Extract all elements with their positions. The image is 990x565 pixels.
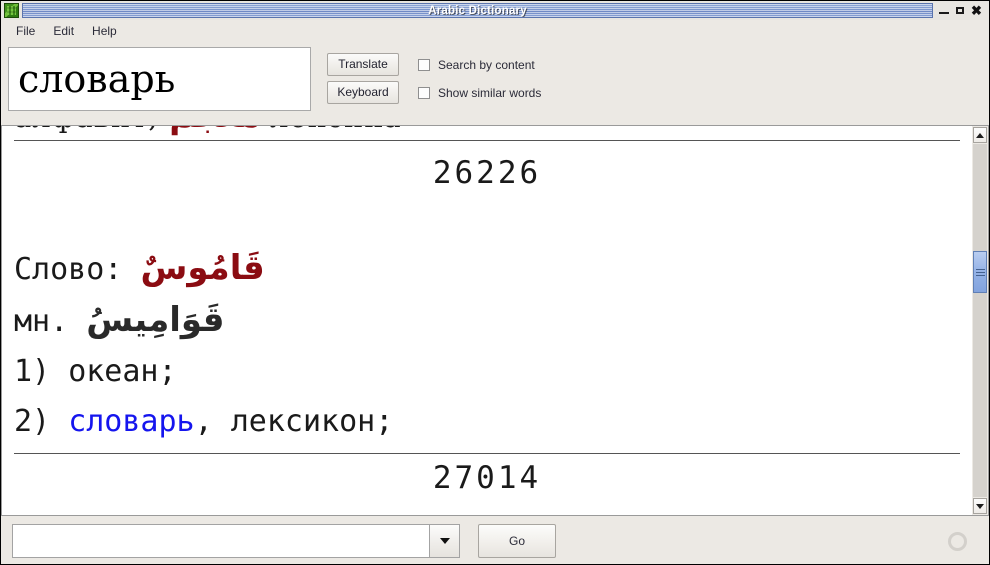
- word-arabic: قَامُوسٌ: [140, 248, 265, 288]
- toolbar: словарь Translate Search by content Keyb…: [1, 42, 989, 125]
- clipped-russian-end: лексика: [270, 126, 402, 134]
- go-button[interactable]: Go: [478, 524, 556, 558]
- search-input[interactable]: [12, 524, 429, 558]
- toolbar-row-translate: Translate Search by content: [327, 53, 541, 76]
- clipped-arabic-word: مُعْجَمٌ: [169, 126, 260, 136]
- sense-text-2: , лексикон;: [194, 404, 394, 439]
- title-bar: Arabic Dictionary ✖: [1, 1, 989, 20]
- checkbox-box-show-similar-words[interactable]: [418, 86, 430, 99]
- sense-text-1: океан;: [68, 354, 177, 389]
- clipped-russian-start: алфавит;: [14, 126, 159, 134]
- chevron-down-icon: [976, 503, 984, 509]
- scrollbar-grip-icon: [975, 268, 985, 276]
- scrollbar-thumb[interactable]: [973, 251, 987, 293]
- dictionary-document: алфавит; مُعْجَمٌ лексика 26226 Слово: ق…: [2, 126, 972, 496]
- word-line: Слово: قَامُوسٌ: [14, 243, 960, 295]
- vertical-scrollbar[interactable]: [972, 125, 989, 516]
- close-icon[interactable]: ✖: [971, 4, 982, 17]
- menu-item-file[interactable]: File: [7, 22, 44, 40]
- content-area: алфавит; مُعْجَمٌ лексика 26226 Слово: ق…: [1, 125, 989, 516]
- menu-bar: File Edit Help: [1, 20, 989, 42]
- title-bar-gradient[interactable]: Arabic Dictionary: [22, 3, 933, 18]
- current-word-display[interactable]: словарь: [8, 47, 311, 111]
- maximize-button[interactable]: [955, 5, 966, 16]
- bottom-bar: Go: [1, 516, 989, 564]
- toolbar-controls: Translate Search by content Keyboard Sho…: [327, 47, 541, 104]
- scrollbar-track[interactable]: [973, 144, 987, 497]
- menu-item-edit[interactable]: Edit: [44, 22, 83, 40]
- sense-number-2: 2): [14, 404, 51, 439]
- window-controls: ✖: [933, 4, 987, 17]
- chevron-up-icon: [976, 132, 984, 138]
- entry-number: 26226: [432, 155, 542, 191]
- minimize-button[interactable]: [939, 5, 950, 16]
- chevron-down-icon: [439, 538, 450, 544]
- sense-link-2[interactable]: словарь: [68, 404, 194, 439]
- scroll-down-arrow-icon[interactable]: [973, 498, 987, 514]
- entry-spacer: [14, 191, 960, 243]
- loading-spinner-icon: [948, 532, 967, 551]
- word-label: Слово:: [14, 252, 123, 287]
- checkbox-label-show-similar-words: Show similar words: [438, 85, 542, 100]
- scroll-up-arrow-icon[interactable]: [973, 127, 987, 143]
- entry-divider-top: [14, 140, 960, 141]
- checkbox-box-search-by-content[interactable]: [418, 58, 430, 71]
- plural-label: мн.: [14, 304, 69, 339]
- toolbar-row-keyboard: Keyboard Show similar words: [327, 81, 541, 104]
- menu-item-help[interactable]: Help: [83, 22, 126, 40]
- sense-line-2: 2) словарь, лексикон;: [14, 397, 960, 447]
- window-title: Arabic Dictionary: [428, 4, 527, 17]
- search-combobox[interactable]: [12, 524, 460, 558]
- application-window: Arabic Dictionary ✖ File Edit Help слова…: [0, 0, 990, 565]
- sense-line-1: 1) океан;: [14, 347, 960, 397]
- checkbox-label-search-by-content: Search by content: [438, 57, 535, 72]
- show-similar-words-checkbox[interactable]: Show similar words: [418, 86, 541, 100]
- app-icon: [4, 3, 19, 18]
- keyboard-button[interactable]: Keyboard: [327, 81, 399, 104]
- dictionary-text-view[interactable]: алфавит; مُعْجَمٌ лексика 26226 Слово: ق…: [1, 125, 972, 516]
- search-by-content-checkbox[interactable]: Search by content: [418, 58, 535, 72]
- translate-button[interactable]: Translate: [327, 53, 399, 76]
- search-dropdown-button[interactable]: [429, 524, 460, 558]
- plural-line: мн. قَوَامِيسُ: [14, 295, 960, 347]
- clipped-previous-entry: алфавит; مُعْجَمٌ лексика: [14, 126, 960, 136]
- sense-number-1: 1): [14, 354, 51, 389]
- plural-arabic: قَوَامِيسُ: [86, 300, 225, 340]
- next-entry-number: 27014: [432, 460, 542, 496]
- current-word-text: словарь: [18, 57, 176, 101]
- entry-divider-bottom: [14, 453, 960, 454]
